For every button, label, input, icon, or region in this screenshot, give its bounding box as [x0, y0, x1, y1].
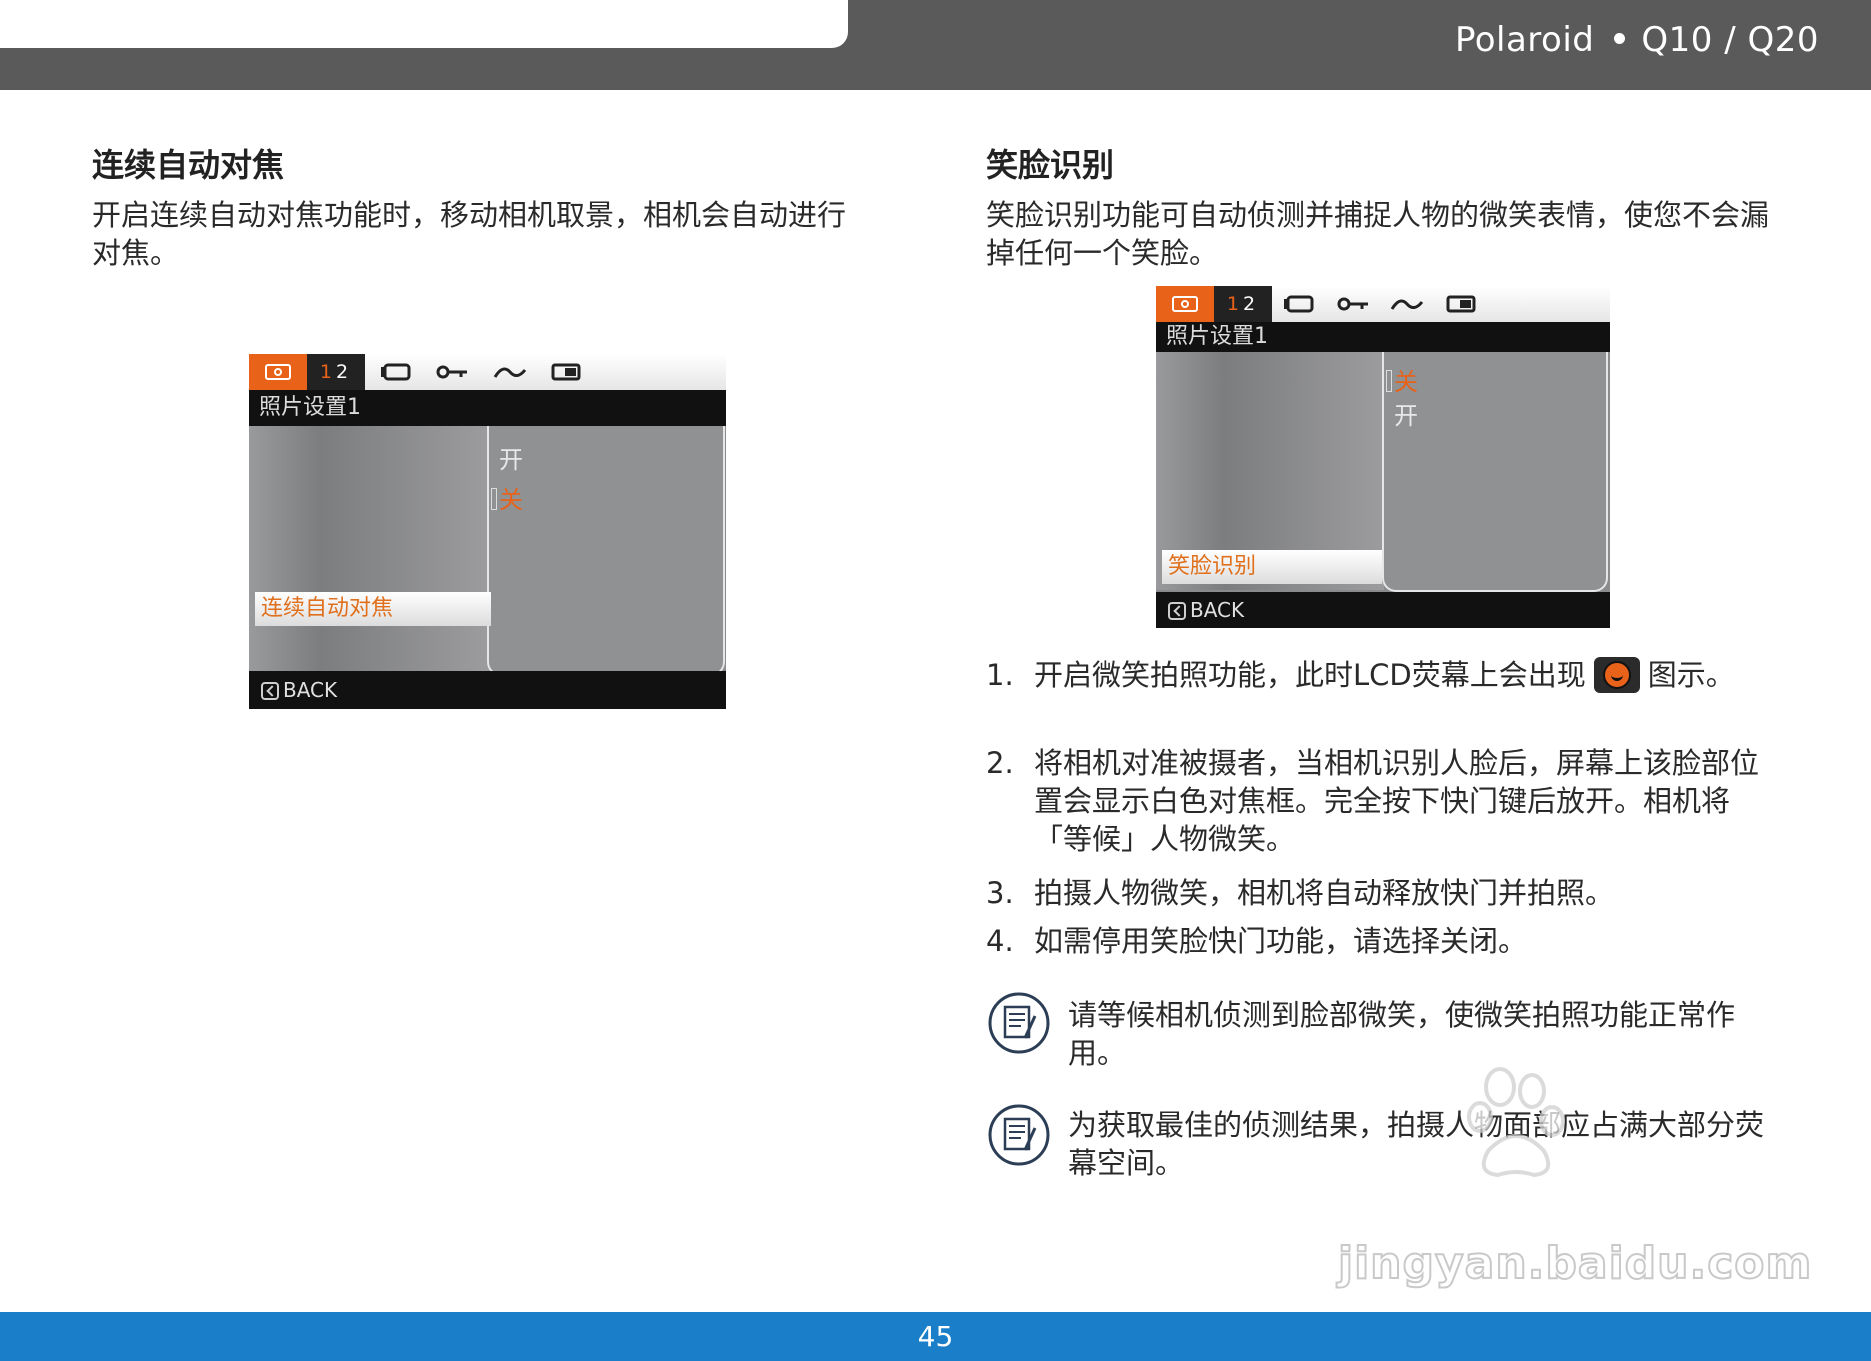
back-icon [261, 682, 279, 700]
note-icon [988, 992, 1050, 1054]
section-body-continuous-af: 开启连续自动对焦功能时，移动相机取景，相机会自动进行对焦。 [92, 198, 847, 270]
section-title-continuous-af: 连续自动对焦 [92, 146, 285, 184]
display-icon [381, 363, 411, 381]
section-title-smile-detection: 笑脸识别 [986, 146, 1115, 184]
wave-icon [493, 367, 527, 378]
back-icon [1168, 602, 1186, 620]
brand-model: Polaroid Q10 / Q20 [1455, 20, 1819, 60]
lcd-menu-bar: 12 [249, 354, 726, 390]
watermark-url: jingyan.baidu.com [1337, 1237, 1813, 1290]
step-2: 2. 将相机对准被摄者，当相机识别人脸后，屏幕上该脸部位置会显示白色对焦框。完全… [986, 744, 1786, 864]
step-text: 将相机对准被摄者，当相机识别人脸后，屏幕上该脸部位置会显示白色对焦框。完全按下快… [1034, 746, 1760, 856]
step-number: 2. [986, 746, 1014, 780]
display-icon [1284, 295, 1314, 313]
note-icon [988, 1104, 1050, 1166]
step-number: 1. [986, 658, 1014, 692]
lcd-screen-continuous-af: 12 照片设置1 开 关 连续自动对焦 BACK [249, 354, 726, 709]
footer-bar: 45 [0, 1312, 1871, 1361]
lcd-selected-menu-item[interactable]: 笑脸识别 [1162, 550, 1382, 584]
step-number: 3. [986, 876, 1014, 910]
lcd-selected-menu-item[interactable]: 连续自动对焦 [255, 592, 491, 626]
section-body-smile-detection: 笑脸识别功能可自动侦测并捕捉人物的微笑表情，使您不会漏掉任何一个笑脸。 [986, 198, 1770, 270]
lcd-left-pane [249, 426, 489, 671]
lcd-menu-bar: 12 [1156, 286, 1610, 322]
camera-tab-icon [249, 354, 307, 390]
lcd-menu-title: 照片设置1 [249, 390, 726, 426]
lcd-option-on[interactable]: 开 [1394, 396, 1418, 431]
print-icon [551, 363, 581, 381]
lcd-option-off-selected[interactable]: 关 [491, 480, 523, 515]
lcd-menu-title: 照片设置1 [1156, 322, 1610, 352]
step-3: 3. 拍摄人物微笑，相机将自动释放快门并拍照。 [986, 874, 1786, 914]
note-text: 请等候相机侦测到脸部微笑，使微笑拍照功能正常作用。 [1068, 998, 1736, 1070]
step-text: 开启微笑拍照功能，此时LCD荧幕上会出现 图示。 [1034, 657, 1735, 693]
lcd-screen-smile-detection: 12 照片设置1 关 开 笑脸识别 BACK [1156, 286, 1610, 628]
model-name: Q10 / Q20 [1641, 20, 1819, 60]
smile-shutter-icon [1593, 657, 1640, 693]
page-number: 45 [917, 1320, 954, 1353]
key-setup-icon [1337, 297, 1368, 311]
page-tab: 12 [1214, 286, 1272, 322]
header-tab-cutout [0, 0, 848, 48]
lcd-back-bar[interactable]: BACK [1156, 592, 1610, 628]
key-setup-icon [436, 365, 467, 379]
back-label: BACK [1190, 598, 1245, 622]
step-text: 如需停用笑脸快门功能，请选择关闭。 [1034, 924, 1528, 958]
lcd-back-bar[interactable]: BACK [249, 671, 726, 709]
back-label: BACK [283, 678, 338, 702]
step-1: 1. 开启微笑拍照功能，此时LCD荧幕上会出现 图示。 [986, 656, 1786, 736]
lcd-option-on[interactable]: 开 [499, 440, 523, 475]
print-icon [1446, 295, 1476, 313]
page-tab: 12 [307, 354, 365, 390]
header-bar: Polaroid Q10 / Q20 [0, 0, 1871, 90]
camera-tab-icon [1156, 286, 1214, 322]
wave-icon [1390, 299, 1424, 310]
lcd-option-off-selected[interactable]: 关 [1386, 362, 1418, 397]
step-4: 4. 如需停用笑脸快门功能，请选择关闭。 [986, 922, 1786, 962]
brand-name: Polaroid [1454, 20, 1595, 60]
step-number: 4. [986, 924, 1014, 958]
separator-dot [1614, 33, 1626, 44]
step-text: 拍摄人物微笑，相机将自动释放快门并拍照。 [1034, 876, 1615, 910]
